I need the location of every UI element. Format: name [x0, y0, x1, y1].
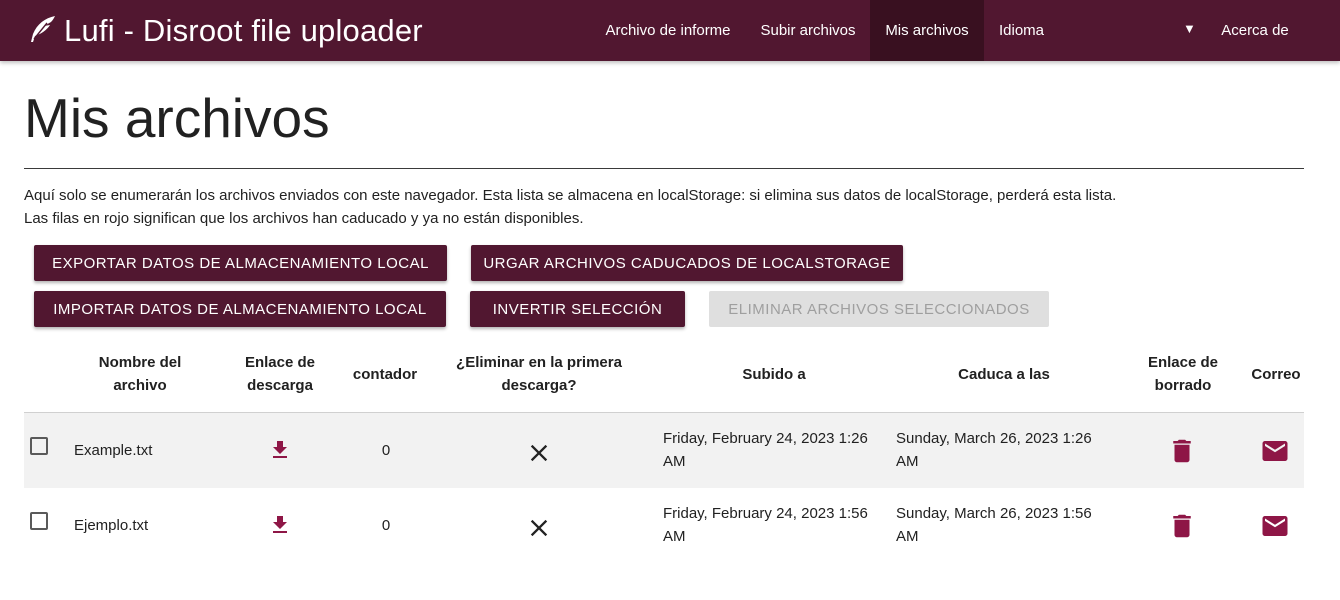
download-counter: 0 [381, 442, 391, 459]
expires-date: Sunday, March 26, 2023 1:56 AM [896, 502, 1092, 548]
uploaded-date-line1: Friday, February 24, 2023 1:26 [663, 430, 868, 447]
file-name: Example.txt [74, 442, 153, 459]
expires-date-line2: AM [896, 528, 919, 545]
close-icon [530, 444, 548, 462]
feather-icon [31, 15, 55, 42]
column-header-deletion-link-line2: borrado [1154, 377, 1212, 394]
brand-link[interactable]: Lufi - Disroot file uploader [30, 0, 423, 61]
uploaded-date-line1: Friday, February 24, 2023 1:56 [663, 505, 868, 522]
uploaded-date: Friday, February 24, 2023 1:26 AM [663, 427, 868, 473]
nav-item-upload[interactable]: Subir archivos [746, 0, 870, 61]
column-header-download-line2: descarga [247, 377, 313, 394]
column-header-download: Enlace de descarga [230, 351, 330, 397]
language-label: Idioma [999, 22, 1045, 39]
uploaded-date-line2: AM [663, 453, 686, 470]
invert-selection-button[interactable]: Invertir selección [470, 291, 685, 327]
column-header-counter: contador [352, 366, 418, 383]
download-icon[interactable] [268, 513, 292, 537]
nav-item-my-files[interactable]: Mis archivos [870, 0, 984, 61]
column-header-download-line1: Enlace de [244, 354, 316, 371]
top-navbar: Lufi - Disroot file uploader Archivo de … [0, 0, 1340, 61]
export-localstorage-button[interactable]: Exportar datos de almacenamiento local [34, 245, 447, 281]
table-row: Ejemplo.txt 0 Friday, February 24, 2023 … [24, 488, 1304, 563]
expires-date-line2: AM [896, 453, 919, 470]
column-header-name-line2: archivo [113, 377, 167, 394]
mail-icon[interactable] [1260, 436, 1290, 466]
row-select-checkbox[interactable] [30, 437, 48, 455]
download-counter: 0 [381, 517, 391, 534]
column-header-mail: Correo [1251, 366, 1301, 383]
column-header-uploaded: Subido a [742, 366, 806, 383]
title-divider [24, 168, 1304, 169]
purge-expired-button[interactable]: Urgar archivos caducados de localStorage [471, 245, 903, 281]
nav-item-about[interactable]: Acerca de [1208, 0, 1302, 61]
nav-item-report[interactable]: Archivo de informe [592, 0, 744, 61]
column-header-delete-first-line1: ¿Eliminar en la primera [456, 354, 622, 371]
column-header-delete-first-line2: descarga? [501, 377, 577, 394]
row-select-checkbox[interactable] [30, 512, 48, 530]
info-text-localstorage: Aquí solo se enumerarán los archivos env… [24, 187, 1117, 204]
column-header-expires: Caduca a las [958, 366, 1050, 383]
column-header-deletion-link: Enlace de borrado [1133, 351, 1233, 397]
delete-selected-button: Eliminar archivos seleccionados [709, 291, 1049, 327]
language-dropdown[interactable]: Idioma ▼ [984, 0, 1208, 61]
info-text-expired: Las filas en rojo significan que los arc… [24, 210, 584, 227]
trash-icon[interactable] [1167, 436, 1197, 466]
close-icon [530, 519, 548, 537]
uploaded-date-line2: AM [663, 528, 686, 545]
expires-date: Sunday, March 26, 2023 1:26 AM [896, 427, 1092, 473]
uploaded-date: Friday, February 24, 2023 1:56 AM [663, 502, 868, 548]
file-name: Ejemplo.txt [74, 517, 149, 534]
caret-down-icon: ▼ [1183, 21, 1196, 36]
trash-icon[interactable] [1167, 511, 1197, 541]
download-icon[interactable] [268, 438, 292, 462]
mail-icon[interactable] [1260, 511, 1290, 541]
expires-date-line1: Sunday, March 26, 2023 1:26 [896, 430, 1092, 447]
import-localstorage-button[interactable]: Importar datos de almacenamiento local [34, 291, 446, 327]
column-header-deletion-link-line1: Enlace de [1147, 354, 1219, 371]
column-header-delete-first: ¿Eliminar en la primera descarga? [449, 351, 629, 397]
column-header-name-line1: Nombre del [98, 354, 182, 371]
page-title: Mis archivos [24, 87, 330, 149]
expires-date-line1: Sunday, March 26, 2023 1:56 [896, 505, 1092, 522]
table-row: Example.txt 0 Friday, February 24, 2023 … [24, 413, 1304, 488]
brand-title: Lufi - Disroot file uploader [64, 12, 423, 48]
column-header-name: Nombre del archivo [70, 351, 210, 397]
